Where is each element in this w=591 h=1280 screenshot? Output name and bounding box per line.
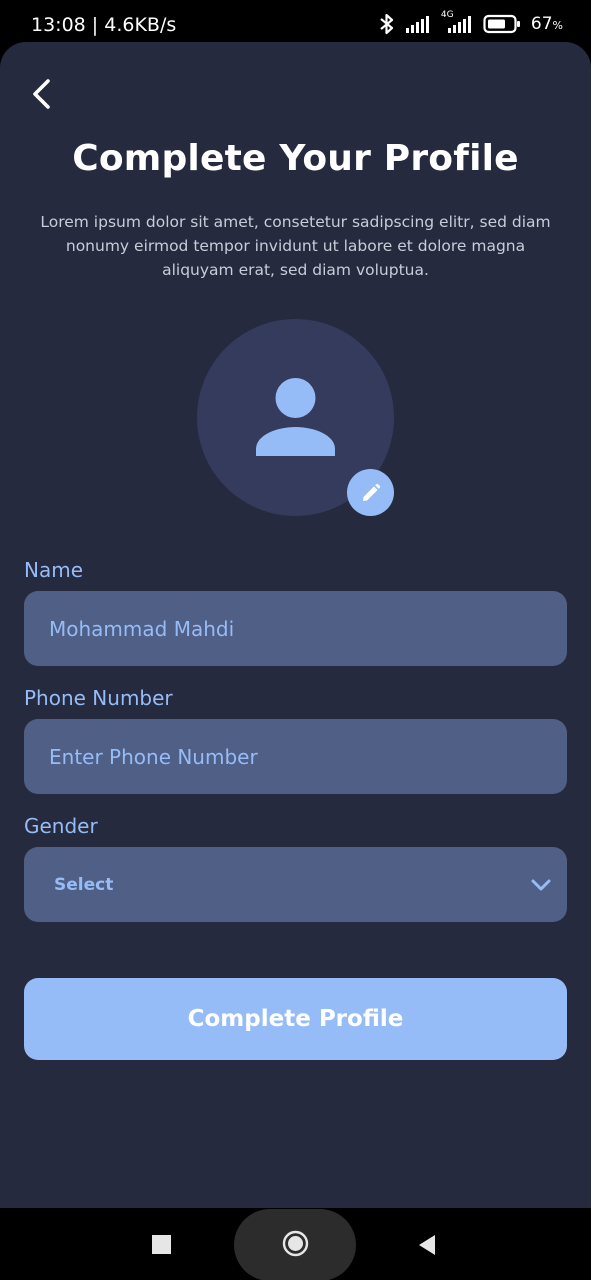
back-arrow-icon [33,79,50,109]
status-time-speed: 13:08 | 4.6KB/s [31,14,177,36]
recents-button[interactable] [152,1235,171,1254]
signal-icon [405,14,431,34]
back-button[interactable] [28,78,58,110]
page-subtitle: Lorem ipsum dolor sit amet, consetetur s… [40,213,551,279]
status-icons: 4G 67% [379,10,563,36]
battery-level: 67% [530,14,563,34]
system-nav-bar [0,1208,591,1280]
page-title: Complete Your Profile [72,138,519,179]
gender-select-value: Select [54,875,114,895]
home-icon[interactable] [282,1230,309,1257]
gender-select[interactable]: Select [24,847,567,922]
network-label: 4G [440,10,454,20]
person-icon [256,378,335,456]
complete-profile-button[interactable]: Complete Profile [24,978,567,1060]
name-input[interactable] [24,591,567,666]
phone-input[interactable] [24,719,567,794]
bluetooth-icon [379,12,395,36]
chevron-down-icon [531,879,551,891]
phone-label: Phone Number [24,686,173,710]
battery-icon [483,14,521,34]
edit-avatar-button[interactable] [347,469,394,516]
name-label: Name [24,558,84,582]
signal-4g-icon: 4G [441,10,473,34]
pencil-icon [362,483,380,501]
nav-back-icon[interactable] [417,1234,437,1256]
gender-label: Gender [24,814,98,838]
